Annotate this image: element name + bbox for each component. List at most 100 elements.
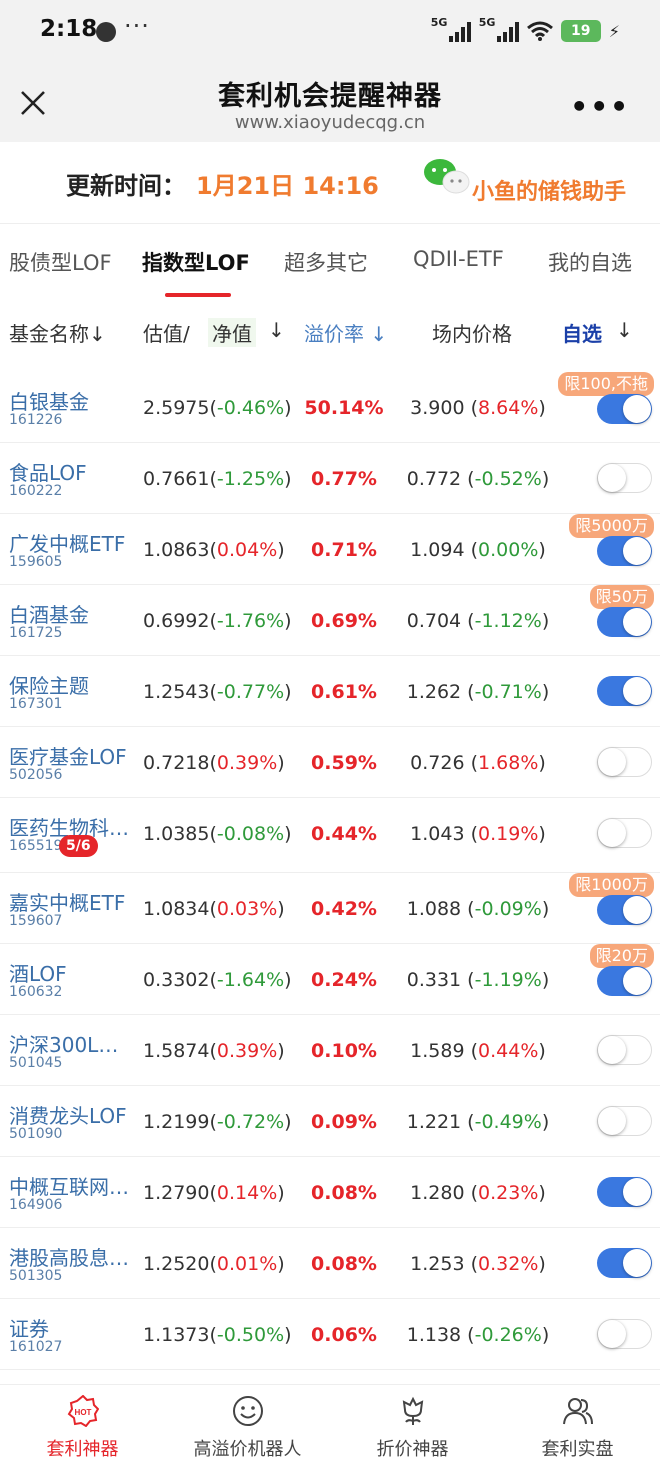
premium-rate: 0.71% [311,539,377,561]
battery-level: 19 [571,23,591,39]
table-row[interactable]: 医药生物科… 165519 5/6 1.0385(-0.08%) 0.44% 1.043 … [0,798,660,873]
column-estimate[interactable]: 估值/ [143,318,190,347]
fund-name[interactable]: 证券 [9,1313,135,1342]
favorite-toggle[interactable] [597,607,652,637]
nav-discount-tool[interactable]: 折价神器 [330,1385,495,1467]
toggle-knob [598,1320,626,1348]
fund-name[interactable]: 消费龙头LOF [9,1100,135,1129]
favorite-toggle[interactable] [597,1319,652,1349]
market-price-change: 1.68% [478,752,539,774]
favorite-toggle[interactable] [597,1035,652,1065]
more-options-icon[interactable]: ••• [570,90,630,123]
table-row[interactable]: 白酒基金 161725 0.6992(-1.76%) 0.69% 0.704 (-1.1… [0,585,660,656]
table-row[interactable]: 证券 161027 1.1373(-0.50%) 0.06% 1.138 (-0.26%… [0,1299,660,1370]
favorite-toggle[interactable] [597,818,652,848]
column-favorite[interactable]: 自选 [562,318,602,347]
fund-code: 160632 [9,984,63,1000]
nav-high-premium-robot[interactable]: 高溢价机器人 [165,1385,330,1467]
fund-code: 167301 [9,696,63,712]
nav-arbitrage-tool[interactable]: HOT 套利神器 [0,1385,165,1467]
favorite-toggle[interactable] [597,966,652,996]
market-price-change: -1.19% [474,969,542,991]
tab-my-favorites[interactable]: 我的自选 [548,247,632,277]
fund-name[interactable]: 沪深300L… [9,1029,135,1058]
nav-label: 套利实盘 [541,1439,614,1460]
fund-name[interactable]: 中概互联网… [9,1171,135,1200]
table-row[interactable]: 中概互联网… 164906 1.2790(0.14%) 0.08% 1.280 (0.2… [0,1157,660,1228]
market-price-value: 1.221 ( [406,1111,475,1133]
premium-rate: 0.61% [311,681,377,703]
nav-live-portfolio[interactable]: 套利实盘 [495,1385,660,1467]
favorite-toggle[interactable] [597,1106,652,1136]
fund-name[interactable]: 保险主题 [9,670,135,699]
app-notification-icon [96,22,116,42]
premium-rate: 0.10% [311,1040,377,1062]
favorite-toggle[interactable] [597,1248,652,1278]
fund-name[interactable]: 白银基金 [9,386,135,415]
tab-stock-bond-lof[interactable]: 股债型LOF [9,247,112,277]
paren-close: ) [538,539,546,561]
fund-name[interactable]: 港股高股息… [9,1242,135,1271]
tab-index-lof[interactable]: 指数型LOF [142,247,250,277]
table-row[interactable]: 消费龙头LOF 501090 1.2199(-0.72%) 0.09% 1.221 (-… [0,1086,660,1157]
fund-name[interactable]: 白酒基金 [9,599,135,628]
nav-label: 套利神器 [46,1439,119,1460]
table-row[interactable]: 食品LOF 160222 0.7661(-1.25%) 0.77% 0.772 (-0.… [0,443,660,514]
purchase-limit-badge: 限50万 [589,585,654,609]
tab-qdii-etf[interactable]: QDII-ETF [413,247,504,271]
fund-name[interactable]: 广发中概ETF [9,528,135,557]
paren-close: ) [541,1111,550,1133]
fund-name[interactable]: 嘉实中概ETF [9,887,135,916]
paren-close: ) [541,610,550,632]
fund-name[interactable]: 医疗基金LOF [9,741,135,770]
tab-others[interactable]: 超多其它 [284,247,368,277]
market-price: 1.253 (0.32%) [398,1253,558,1275]
estimate-value: 0.7661(-1.25%) [143,468,292,490]
wechat-icon[interactable] [422,156,470,196]
favorite-toggle[interactable] [597,895,652,925]
fund-name[interactable]: 酒LOF [9,958,135,987]
premium-rate: 0.77% [311,468,377,490]
nav-label: 折价神器 [376,1439,449,1460]
fund-code: 164906 [9,1197,63,1213]
favorite-toggle[interactable] [597,536,652,566]
column-premium[interactable]: 溢价率 ↓ [304,318,387,347]
network-label-1: 5G [430,16,448,29]
fund-code: 501305 [9,1268,63,1284]
favorite-toggle[interactable] [597,747,652,777]
favorite-toggle[interactable] [597,676,652,706]
column-favorite-sort-icon[interactable]: ↓ [616,318,633,342]
brand-name[interactable]: 小鱼的储钱助手 [472,174,626,206]
market-price-change: -0.52% [474,468,542,490]
favorite-toggle[interactable] [597,463,652,493]
market-price-change: -0.09% [474,898,542,920]
column-fund-name[interactable]: 基金名称↓ [9,318,106,347]
smiley-icon [233,1396,263,1426]
fund-code: 161725 [9,625,63,641]
favorite-toggle[interactable] [597,394,652,424]
toggle-knob [598,1036,626,1064]
estimate-change: 0.04% [216,539,278,561]
table-row[interactable]: 广发中概ETF 159605 1.0863(0.04%) 0.71% 1.094 (0.… [0,514,660,585]
favorite-toggle[interactable] [597,1177,652,1207]
paren-close: ) [277,539,285,561]
column-nav-sort-icon[interactable]: ↓ [268,318,285,342]
column-nav[interactable]: 净值 [208,318,256,347]
premium-rate: 0.08% [311,1253,377,1275]
estimate-price: 1.0385( [143,823,217,845]
table-row[interactable]: 港股高股息… 501305 1.2520(0.01%) 0.08% 1.253 (0.3… [0,1228,660,1299]
table-row[interactable]: 医疗基金LOF 502056 0.7218(0.39%) 0.59% 0.726 (1.… [0,727,660,798]
estimate-change: 0.14% [216,1182,278,1204]
paren-close: ) [277,752,285,774]
table-row[interactable]: 酒LOF 160632 0.3302(-1.64%) 0.24% 0.331 (-1.1… [0,944,660,1015]
status-right: 5G 5G 19 ⚡ [430,16,620,44]
table-row[interactable]: 嘉实中概ETF 159607 1.0834(0.03%) 0.42% 1.088 (-0… [0,873,660,944]
estimate-price: 1.5874( [143,1040,217,1062]
table-row[interactable]: 保险主题 167301 1.2543(-0.77%) 0.61% 1.262 (-0.7… [0,656,660,727]
status-time: 2:18 [40,16,98,42]
fund-name[interactable]: 食品LOF [9,457,135,486]
premium-rate: 0.42% [311,898,377,920]
estimate-value: 2.5975(-0.46%) [143,397,292,419]
table-row[interactable]: 白银基金 161226 2.5975(-0.46%) 50.14% 3.900 (8.6… [0,372,660,443]
table-row[interactable]: 沪深300L… 501045 1.5874(0.39%) 0.10% 1.589 (0.… [0,1015,660,1086]
